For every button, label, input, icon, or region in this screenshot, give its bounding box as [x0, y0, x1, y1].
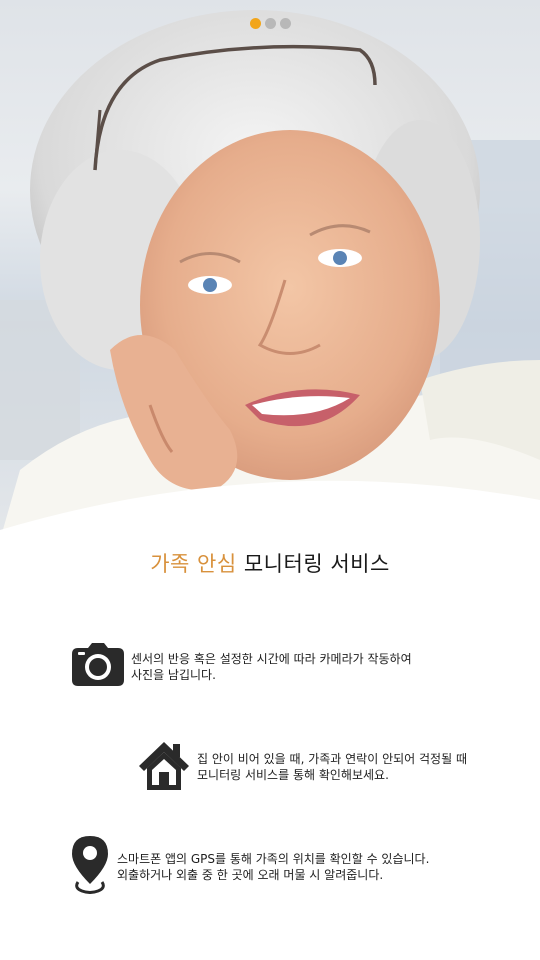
feature-camera: 센서의 반응 혹은 설정한 시간에 따라 카메라가 작동하여 사진을 남깁니다.	[72, 643, 412, 690]
title-rest: 모니터링 서비스	[236, 552, 390, 576]
feature-location-line1: 스마트폰 앱의 GPS를 통해 가족의 위치를 확인할 수 있습니다.	[117, 852, 430, 866]
feature-location-text: 스마트폰 앱의 GPS를 통해 가족의 위치를 확인할 수 있습니다. 외출하거…	[117, 851, 429, 883]
title-accent: 가족 안심	[150, 552, 237, 576]
feature-camera-line1: 센서의 반응 혹은 설정한 시간에 따라 카메라가 작동하여	[131, 651, 412, 666]
page-dot-3[interactable]	[279, 18, 291, 29]
home-icon	[139, 740, 189, 794]
feature-camera-text: 센서의 반응 혹은 설정한 시간에 따라 카메라가 작동하여 사진을 남깁니다.	[131, 651, 412, 683]
feature-home: 집 안이 비어 있을 때, 가족과 연락이 안되어 걱정될 때 모니터링 서비스…	[139, 740, 467, 794]
location-pin-icon	[72, 836, 108, 898]
feature-camera-line2: 사진을 남깁니다.	[131, 667, 216, 682]
page-dot-1[interactable]	[249, 18, 261, 29]
feature-home-line2: 모니터링 서비스를 통해 확인해보세요.	[197, 768, 389, 782]
page-indicator	[0, 18, 540, 29]
page-dot-2[interactable]	[264, 18, 276, 29]
feature-home-text: 집 안이 비어 있을 때, 가족과 연락이 안되어 걱정될 때 모니터링 서비스…	[197, 751, 467, 783]
camera-icon	[72, 643, 124, 690]
feature-location-line2: 외출하거나 외출 중 한 곳에 오래 머물 시 알려줍니다.	[117, 868, 384, 882]
feature-home-line1: 집 안이 비어 있을 때, 가족과 연락이 안되어 걱정될 때	[197, 752, 467, 766]
hero-curve	[0, 480, 540, 540]
feature-location: 스마트폰 앱의 GPS를 통해 가족의 위치를 확인할 수 있습니다. 외출하거…	[72, 836, 429, 898]
hero-photo	[0, 0, 540, 540]
page-title: 가족 안심 모니터링 서비스	[0, 548, 540, 578]
